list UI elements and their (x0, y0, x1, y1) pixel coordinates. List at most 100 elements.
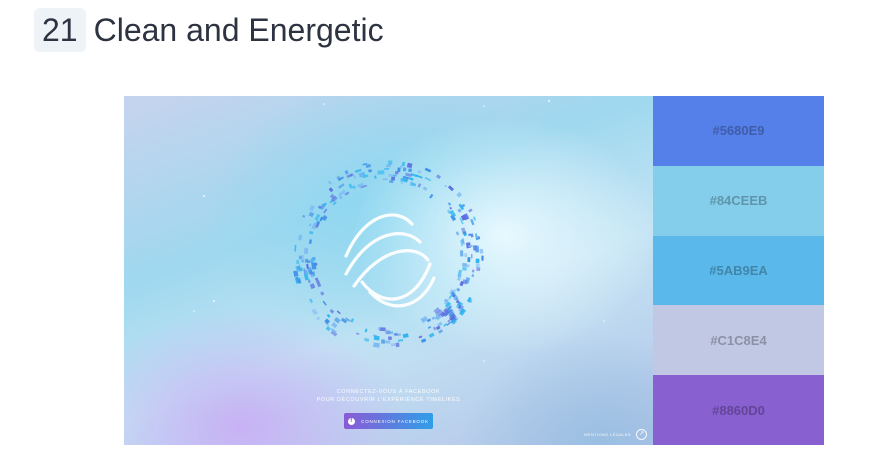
ring-particle (417, 183, 422, 188)
ring-particle (329, 309, 335, 314)
legal-mentions-link[interactable]: MENTIONS LÉGALES (584, 432, 631, 437)
ring-particle (456, 191, 463, 198)
ring-particle (296, 265, 301, 270)
swatch-1: #5680E9 (653, 96, 824, 166)
ring-particle (316, 316, 321, 321)
ring-particle (298, 234, 303, 241)
ring-particle (308, 204, 316, 212)
ring-particle (351, 185, 357, 190)
ring-particle (374, 175, 377, 179)
ring-particle (298, 255, 302, 260)
ring-particle (373, 342, 380, 348)
ring-particle (429, 193, 434, 199)
ring-particle (380, 339, 385, 344)
ring-particle (424, 167, 432, 173)
ring-particle (311, 262, 317, 270)
ring-particle (384, 329, 388, 334)
swatch-2: #84CEEB (653, 165, 824, 236)
ring-particle (475, 245, 480, 253)
ring-particle (459, 250, 464, 257)
ring-particle (479, 248, 484, 254)
ring-particle (304, 258, 309, 263)
ring-particle (435, 325, 441, 331)
ring-particle (464, 253, 468, 258)
ring-particle (455, 231, 460, 236)
swatch-hex-label: #84CEEB (709, 193, 768, 209)
ring-particle (308, 239, 312, 244)
ring-particle (420, 315, 429, 323)
ring-particle (308, 211, 315, 218)
ring-particle (471, 269, 475, 273)
ring-particle (432, 326, 437, 331)
ring-particle (310, 258, 314, 264)
facebook-icon: f (348, 417, 356, 425)
ring-particle (427, 325, 432, 329)
ring-particle (364, 337, 370, 342)
ring-particle (406, 162, 413, 169)
facebook-login-button[interactable]: f CONNEXION FACEBOOK (344, 413, 433, 429)
ring-particle (437, 321, 443, 327)
ring-particle (364, 328, 368, 333)
ring-particle (457, 273, 462, 281)
ring-particle (472, 216, 477, 221)
ring-particle (424, 176, 432, 182)
ring-particle (322, 300, 327, 306)
swatch-hex-label: #8860D0 (712, 402, 765, 418)
ring-particle (464, 276, 471, 284)
ring-particle (422, 186, 428, 191)
website-preview-image: CONNECTEZ-VOUS À FACEBOOK POUR DÉCOUVRIR… (124, 96, 653, 445)
ring-particle (389, 180, 394, 183)
ring-particle (447, 185, 454, 192)
ring-particle (373, 335, 380, 341)
ring-particle (382, 178, 389, 181)
ring-particle (348, 183, 353, 189)
ring-particle (344, 169, 349, 175)
ring-particle (294, 244, 297, 252)
ring-particle (390, 331, 394, 334)
ring-particle (355, 332, 360, 336)
swatch-5: #8860D0 (653, 375, 824, 445)
ring-particle (390, 343, 397, 347)
ring-particle (457, 208, 462, 213)
ring-particle (481, 255, 484, 261)
ring-particle (328, 187, 334, 193)
ring-particle (393, 174, 397, 177)
ring-particle (321, 215, 328, 222)
prompt-line-2: POUR DÉCOUVRIR L'EXPÉRIENCE TIMELIKES (316, 397, 461, 403)
ring-particle (338, 189, 346, 197)
external-link-icon[interactable]: ↗ (636, 429, 647, 440)
ring-particle (388, 336, 392, 340)
ring-particle (327, 180, 332, 185)
ring-particle (336, 310, 341, 315)
section-title: Clean and Energetic (93, 12, 384, 48)
ring-particle (296, 259, 300, 265)
prompt-line-1: CONNECTEZ-VOUS À FACEBOOK (336, 389, 441, 395)
ring-particle (462, 262, 467, 267)
ring-particle (402, 167, 407, 172)
section-number-badge: 21 (34, 8, 86, 52)
ring-particle (391, 176, 396, 181)
ring-particle (409, 177, 414, 181)
ring-particle (306, 263, 309, 269)
ring-particle (338, 195, 343, 200)
ring-particle (438, 329, 444, 334)
swatch-hex-label: #5680E9 (712, 123, 765, 139)
ring-particle (311, 308, 318, 316)
ring-particle (337, 183, 345, 189)
ring-particle (420, 338, 427, 343)
ring-particle (303, 268, 306, 275)
swatch-hex-label: #5AB9EA (709, 262, 768, 278)
ring-particle (326, 313, 331, 318)
ring-particle (447, 202, 452, 206)
ring-particle (402, 333, 409, 339)
sparkle-dots (193, 100, 605, 362)
ring-particle (428, 332, 435, 338)
ring-particle (401, 161, 406, 167)
ring-particle (302, 214, 306, 218)
ring-particle (475, 263, 480, 268)
ring-particle (405, 172, 413, 178)
ring-particle (308, 230, 314, 235)
ring-particle (350, 318, 355, 323)
swatch-hex-label: #C1C8E4 (710, 332, 767, 348)
ring-particle (377, 170, 385, 175)
